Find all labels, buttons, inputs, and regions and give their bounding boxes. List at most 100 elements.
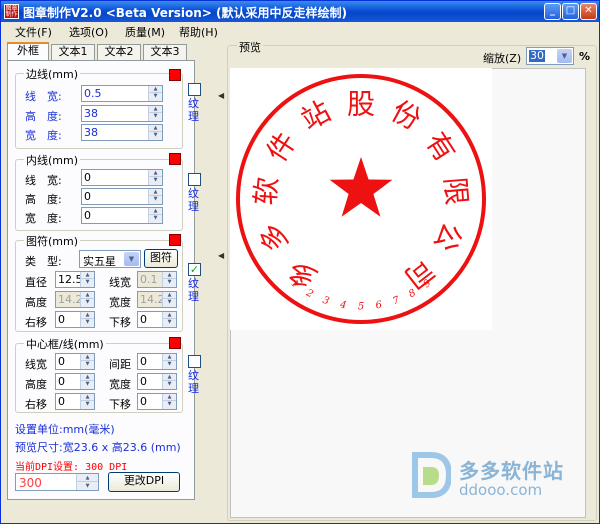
stamp-char: 司	[398, 252, 440, 295]
inner-height-label: 高 度:	[25, 193, 62, 206]
stamp-number-char: 7	[391, 295, 401, 308]
close-button[interactable]: ✕	[580, 3, 597, 20]
center-linewidth-stepper[interactable]: 0 ▲ ▼	[55, 353, 95, 370]
collapse-left-icon[interactable]: ◀	[218, 251, 224, 260]
inner-width-stepper[interactable]: 0 ▲ ▼	[81, 207, 163, 224]
group-title: 中心框/线(mm)	[24, 336, 106, 352]
stamp-char: 软	[249, 176, 284, 207]
border-width-stepper[interactable]: 38 ▲ ▼	[81, 124, 163, 141]
app-window: 图章制作 图章制作V2.0 <Beta Version> (默认采用中反走样绘制…	[0, 0, 600, 524]
border-width-label: 宽 度:	[25, 129, 62, 142]
stamp-char: 有	[419, 126, 462, 168]
center-right-stepper[interactable]: 0 ▲ ▼	[55, 393, 95, 410]
menu-help[interactable]: 帮助(H)	[179, 24, 218, 40]
inner-linewidth-label: 线 宽:	[25, 174, 62, 187]
symbol-width-stepper[interactable]: 14.2 ▲ ▼	[137, 291, 177, 308]
center-width-stepper[interactable]: 0 ▲ ▼	[137, 373, 177, 390]
symbol-diameter-stepper[interactable]: 12.5 ▲ ▼	[55, 271, 95, 288]
menu-quality[interactable]: 质量(M)	[125, 24, 165, 40]
center-linewidth-label: 线宽	[25, 358, 47, 371]
chevron-down-icon[interactable]: ▼	[557, 49, 572, 63]
stamp-graphic: 多多软件站股份有限公司 123 4 5 6 789	[236, 74, 486, 324]
stamp-char: 件	[260, 126, 303, 168]
border-texture-checkbox[interactable]	[188, 83, 201, 96]
tab-text3[interactable]: 文本3	[143, 44, 187, 60]
symbol-type-select[interactable]: 实五星 ▼	[79, 250, 141, 268]
stamp-char: 限	[438, 176, 473, 207]
stamp-char: 站	[296, 94, 336, 136]
inner-texture-checkbox[interactable]	[188, 173, 201, 186]
center-texture-label: 纹理	[188, 369, 199, 395]
symbol-height-label: 高度	[25, 296, 47, 309]
stamp-preview: 多多软件站股份有限公司 123456789	[230, 68, 492, 330]
stamp-char: 多	[253, 218, 294, 257]
preview-size-info: 预览尺寸:宽23.6 x 高23.6 (mm)	[15, 441, 181, 454]
symbol-height-stepper[interactable]: 14.2 ▲ ▼	[55, 291, 95, 308]
group-title: 图符(mm)	[24, 233, 81, 249]
border-color-swatch[interactable]	[169, 69, 181, 81]
zoom-select[interactable]: 30 ▼	[526, 47, 574, 65]
dpi-stepper[interactable]: 300 ▲ ▼	[15, 473, 99, 491]
dpi-setting-info: 当前DPI设置: 300 DPI	[15, 462, 128, 473]
symbol-texture-label: 纹理	[188, 277, 199, 303]
symbol-linewidth-stepper[interactable]: 0.1 ▲ ▼	[137, 271, 177, 288]
border-height-label: 高 度:	[25, 110, 62, 123]
stamp-char: 公	[427, 218, 468, 257]
preview-title: 预览	[237, 39, 263, 55]
center-right-label: 右移	[25, 398, 47, 411]
menu-bar: 文件(F) 选项(O) 质量(M) 帮助(H)	[1, 22, 599, 41]
collapse-left-icon[interactable]: ◀	[218, 91, 224, 100]
watermark-name: 多多软件站	[459, 459, 564, 483]
maximize-button[interactable]: □	[562, 3, 579, 20]
symbol-width-label: 宽度	[109, 296, 131, 309]
stamp-char: 多	[281, 252, 323, 295]
stamp-number-char: 6	[375, 299, 384, 311]
chevron-down-icon[interactable]: ▼	[124, 252, 139, 266]
tab-text1[interactable]: 文本1	[51, 44, 95, 60]
center-spacing-stepper[interactable]: 0 ▲ ▼	[137, 353, 177, 370]
stamp-char: 份	[386, 94, 426, 136]
tab-text2[interactable]: 文本2	[97, 44, 141, 60]
group-title: 边线(mm)	[24, 66, 81, 82]
change-dpi-button[interactable]: 更改DPI	[108, 472, 180, 492]
title-bar[interactable]: 图章制作 图章制作V2.0 <Beta Version> (默认采用中反走样绘制…	[1, 1, 599, 22]
ddooo-logo-icon	[412, 452, 451, 498]
center-height-stepper[interactable]: 0 ▲ ▼	[55, 373, 95, 390]
zoom-label: 缩放(Z)	[483, 52, 522, 65]
watermark-url: ddooo.com	[459, 481, 543, 499]
stamp-number-char: 3	[321, 295, 331, 307]
symbol-down-label: 下移	[109, 316, 131, 329]
symbol-down-stepper[interactable]: 0 ▲ ▼	[137, 311, 177, 328]
panel-splitter[interactable]	[215, 61, 227, 501]
inner-height-stepper[interactable]: 0 ▲ ▼	[81, 188, 163, 205]
inner-color-swatch[interactable]	[169, 153, 181, 165]
center-down-stepper[interactable]: 0 ▲ ▼	[137, 393, 177, 410]
inner-width-label: 宽 度:	[25, 212, 62, 225]
inner-texture-label: 纹理	[188, 187, 199, 213]
center-color-swatch[interactable]	[169, 337, 181, 349]
menu-file[interactable]: 文件(F)	[15, 24, 52, 40]
symbol-picker-button[interactable]: 图符	[144, 249, 178, 268]
inner-linewidth-stepper[interactable]: 0 ▲ ▼	[81, 169, 163, 186]
center-spacing-label: 间距	[109, 358, 131, 371]
center-texture-checkbox[interactable]	[188, 355, 201, 368]
center-down-label: 下移	[109, 398, 131, 411]
star-icon	[329, 157, 393, 217]
symbol-linewidth-label: 线宽	[109, 276, 131, 289]
symbol-right-label: 右移	[25, 316, 47, 329]
window-title: 图章制作V2.0 <Beta Version> (默认采用中反走样绘制)	[23, 6, 348, 20]
symbol-texture-checkbox[interactable]: ✓	[188, 263, 201, 276]
stamp-app-icon[interactable]: 图章制作	[4, 4, 19, 19]
stamp-number-char: 5	[358, 302, 364, 313]
minimize-button[interactable]: _	[544, 3, 561, 20]
border-linewidth-stepper[interactable]: 0.5 ▲ ▼	[81, 85, 163, 102]
dpi-stepper-arrows[interactable]: ▲ ▼	[76, 474, 98, 490]
symbol-right-stepper[interactable]: 0 ▲ ▼	[55, 311, 95, 328]
stamp-char: 股	[347, 88, 375, 121]
border-linewidth-label: 线 宽:	[25, 90, 62, 103]
tab-outer-frame[interactable]: 外框	[7, 42, 49, 61]
menu-options[interactable]: 选项(O)	[69, 24, 108, 40]
symbol-color-swatch[interactable]	[169, 234, 181, 246]
border-height-stepper[interactable]: 38 ▲ ▼	[81, 105, 163, 122]
group-title: 内线(mm)	[24, 152, 81, 168]
